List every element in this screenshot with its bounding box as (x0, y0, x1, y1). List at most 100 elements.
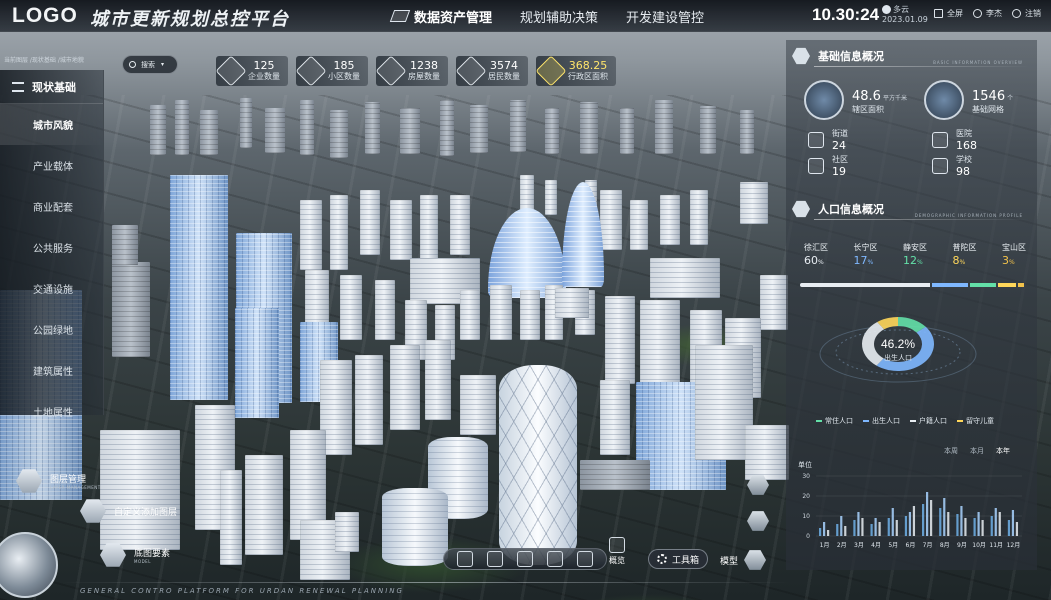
stat-admin-area: 368.25 行政区面积 (535, 55, 616, 87)
model-button[interactable]: 模型 (720, 549, 767, 571)
stat-streets: 街道 24 (808, 128, 848, 152)
top-navigation: 数据资产管理 规划辅助决策 开发建设管控 (389, 0, 732, 32)
left-nav-item-building-attr[interactable]: 建筑属性 (0, 350, 103, 391)
chevron-down-icon: ▾ (161, 61, 165, 68)
people-icon (455, 55, 487, 87)
left-nav-item-commerce[interactable]: 商业配套 (0, 186, 103, 227)
x-tick-label: 9月 (957, 542, 967, 549)
footer-slogan: GENERAL CONTRO PLATFORM FOR URDAN RENEWA… (80, 587, 404, 595)
nav-data-assets[interactable]: 数据资产管理 (389, 7, 492, 26)
platform-title: 城市更新规划总控平台 (90, 9, 290, 30)
fullscreen-button[interactable]: 全屏 (934, 8, 963, 19)
top-bar: LOGO 城市更新规划总控平台 数据资产管理 规划辅助决策 开发建设管控 10.… (0, 0, 1051, 32)
street-icon (808, 132, 824, 148)
district-percent: 12 (903, 254, 917, 267)
top-buttons: 全屏 李杰 注销 (934, 8, 1051, 19)
district-share-segment (998, 283, 1016, 287)
basic-grid: 1546 个 基础网格 (924, 80, 1013, 120)
left-nav-item-traffic[interactable]: 交通设施 (0, 268, 103, 309)
overview-button[interactable]: 概览 (609, 537, 625, 566)
bar (973, 518, 976, 536)
bar (891, 508, 894, 536)
stat-label: 行政区面积 (568, 72, 608, 81)
x-tick-label: 5月 (888, 542, 898, 549)
section-subtitle: DEMOGRAPHIC INFORMATION PROFILE (914, 213, 1023, 218)
bar (912, 506, 916, 536)
bar (836, 524, 839, 536)
terrain-icon[interactable] (487, 551, 503, 567)
weather-date: 多云 2023.01.09 (882, 5, 928, 25)
stat-value: 185 (333, 59, 355, 72)
bar (990, 516, 993, 536)
basemap-elements-button[interactable]: 底图要素 MODEL (100, 542, 170, 568)
donut-label: 出生人口 (884, 353, 912, 362)
x-tick-label: 1月 (820, 542, 830, 549)
date-text: 2023.01.09 (882, 15, 928, 24)
layer-management-button[interactable]: 图层管理 LAYER MANAGEMENT (16, 468, 101, 494)
divider (814, 66, 1029, 67)
map-icon (804, 80, 844, 120)
search-dropdown[interactable]: 搜索 ▾ (122, 55, 178, 74)
diagrid-tower (499, 365, 577, 565)
navigate-icon[interactable] (577, 551, 593, 567)
grid-label: 基础网格 (972, 105, 1004, 114)
vertical-measure-icon[interactable] (517, 551, 533, 567)
building-icon (215, 55, 247, 87)
bar (857, 512, 860, 536)
tab-year[interactable]: 本年 (996, 446, 1010, 456)
bar (998, 512, 1001, 536)
district-name: 徐汇区 (804, 243, 828, 252)
legend-item: 留守儿童 (957, 416, 994, 426)
stat-label: 房屋数量 (408, 72, 440, 81)
stat-value: 168 (956, 139, 977, 152)
left-nav-item-public-service[interactable]: 公共服务 (0, 227, 103, 268)
bar (1011, 510, 1015, 536)
stat-label: 企业数量 (248, 72, 280, 81)
district-percent: 60 (804, 254, 818, 267)
export-icon[interactable] (457, 551, 473, 567)
legend-swatch (957, 420, 963, 422)
community-icon (295, 55, 327, 87)
stat-value: 125 (253, 59, 275, 72)
bar (861, 518, 864, 536)
x-tick-label: 10月 (972, 542, 986, 549)
percent-unit: % (959, 259, 966, 266)
left-nav-item-industry[interactable]: 产业载体 (0, 145, 103, 186)
stat-communities: 社区 19 (808, 154, 848, 178)
user-button[interactable]: 李杰 (973, 8, 1002, 19)
fullscreen-icon (934, 9, 943, 18)
breadcrumb: 当前图层 /现状基础 /城市地貌 (4, 57, 84, 64)
stat-value: 3574 (490, 59, 518, 72)
logout-button[interactable]: 注销 (1012, 8, 1041, 19)
tab-week[interactable]: 本周 (944, 446, 958, 456)
left-nav-item-city-style[interactable]: 城市风貌 (0, 104, 103, 145)
stat-hospitals: 医院 168 (932, 128, 977, 152)
bar (819, 528, 822, 536)
cube-icon (744, 550, 767, 570)
bar (926, 492, 929, 536)
stat-houses: 1238 房屋数量 (375, 55, 448, 87)
percent-unit: % (867, 259, 874, 266)
donut-value: 46.2% (881, 337, 915, 351)
district-share-segment (931, 283, 969, 287)
search-label: 搜索 (141, 60, 155, 69)
layers-icon (16, 469, 42, 493)
bar (956, 514, 959, 536)
nav-group-current-base[interactable]: 现状基础 (0, 70, 103, 104)
nav-planning-decision[interactable]: 规划辅助决策 (520, 7, 598, 26)
district-baoshan: 宝山区 3% (1002, 242, 1026, 271)
toolbox-button[interactable]: 工具箱 (648, 549, 709, 569)
add-layer-icon (80, 499, 106, 523)
bar (977, 512, 980, 536)
bar (939, 508, 942, 536)
bar (870, 524, 873, 536)
district-name: 宝山区 (1002, 243, 1026, 252)
horizontal-measure-icon[interactable] (547, 551, 563, 567)
left-nav-item-parks[interactable]: 公园绿地 (0, 309, 103, 350)
tab-month[interactable]: 本月 (970, 446, 984, 456)
custom-layer-button[interactable]: 自定义添加图层 (80, 498, 177, 524)
nav-development-control[interactable]: 开发建设管控 (626, 7, 704, 26)
left-nav-item-land-attr[interactable]: 土地属性 (0, 391, 103, 432)
user-name: 李杰 (986, 9, 1002, 18)
area-label: 辖区面积 (852, 105, 884, 114)
